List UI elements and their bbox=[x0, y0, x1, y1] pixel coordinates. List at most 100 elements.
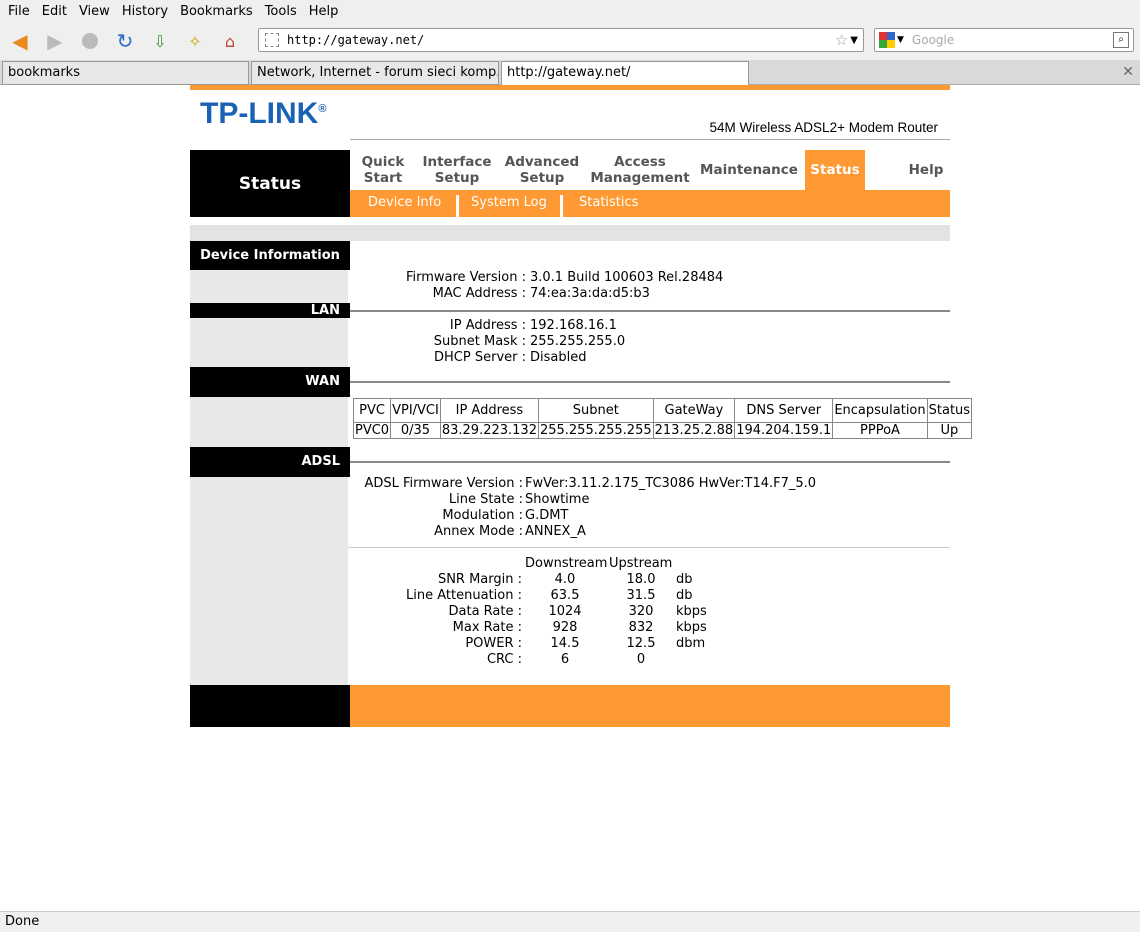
lan-ip-value: 192.168.16.1 bbox=[530, 318, 617, 333]
menu-tools[interactable]: Tools bbox=[259, 4, 303, 19]
firmware-label: Firmware Version : bbox=[405, 270, 526, 285]
wan-data-row: PVC0 0/35 83.29.223.132 255.255.255.255 … bbox=[352, 422, 973, 439]
forward-button[interactable]: ▶ bbox=[40, 26, 70, 56]
search-placeholder[interactable]: Google bbox=[912, 33, 1113, 47]
stat-down: 1024 bbox=[548, 604, 582, 619]
stat-up: 320 bbox=[628, 604, 654, 619]
url-bar[interactable]: http://gateway.net/ ☆ ▼ bbox=[258, 28, 864, 52]
lan-mask-value: 255.255.255.0 bbox=[530, 334, 626, 349]
stop-icon bbox=[82, 33, 98, 49]
adsl-fw-value: FwVer:3.11.2.175_TC3086 HwVer:T14.F7_5.0 bbox=[525, 476, 817, 491]
wan-cell: 0/35 bbox=[390, 422, 441, 439]
mac-value: 74:ea:3a:da:d5:b3 bbox=[530, 286, 650, 301]
wan-cell: PVC0 bbox=[352, 422, 392, 439]
main-nav: Status Quick Start Interface Setup Advance… bbox=[190, 150, 950, 217]
annex-label: Annex Mode : bbox=[434, 524, 523, 539]
google-engine-icon[interactable] bbox=[879, 32, 895, 48]
stat-unit: kbps bbox=[676, 620, 707, 635]
wan-header-cell: Encapsulation bbox=[832, 398, 928, 423]
nav-help[interactable]: Help bbox=[902, 150, 950, 190]
wan-cell: Up bbox=[926, 422, 973, 439]
back-button[interactable]: ◀ bbox=[5, 26, 35, 56]
stat-down: 14.5 bbox=[550, 636, 580, 651]
stat-unit: db bbox=[676, 572, 693, 587]
modulation-label: Modulation : bbox=[442, 508, 523, 523]
stat-label: CRC : bbox=[486, 652, 522, 667]
stat-label: Data Rate : bbox=[448, 604, 523, 619]
wan-header-cell: Status bbox=[926, 398, 973, 423]
section-wan: WAN bbox=[190, 367, 350, 397]
stat-up: 0 bbox=[636, 652, 646, 667]
url-dropdown-icon[interactable]: ▼ bbox=[850, 35, 858, 46]
top-stripe bbox=[190, 85, 950, 90]
status-text: Done bbox=[5, 914, 40, 929]
stat-label: POWER : bbox=[465, 636, 522, 651]
menu-file[interactable]: File bbox=[2, 4, 36, 19]
tab-label: Network, Internet - forum sieci komp... bbox=[257, 65, 499, 80]
tab-gateway[interactable]: http://gateway.net/ bbox=[501, 61, 749, 85]
subnav-system-log[interactable]: System Log bbox=[471, 195, 547, 210]
lan-divider bbox=[350, 310, 950, 312]
nav-quick-start[interactable]: Quick Start bbox=[350, 150, 416, 190]
dhcp-label: DHCP Server : bbox=[434, 350, 526, 365]
nav-access-management[interactable]: Access Management bbox=[586, 150, 694, 190]
header-divider bbox=[350, 139, 950, 140]
modulation-value: G.DMT bbox=[525, 508, 569, 523]
annex-value: ANNEX_A bbox=[525, 524, 586, 539]
engine-dropdown-icon[interactable]: ▼ bbox=[897, 35, 904, 45]
stop-button[interactable] bbox=[75, 26, 105, 56]
stat-up: 31.5 bbox=[626, 588, 656, 603]
wan-cell: 83.29.223.132 bbox=[439, 422, 539, 439]
wan-header-cell: VPI/VCI bbox=[390, 398, 441, 423]
subnav-separator bbox=[560, 195, 563, 217]
close-tab-icon[interactable]: ✕ bbox=[1122, 64, 1134, 80]
dhcp-value: Disabled bbox=[530, 350, 587, 365]
nav-maintenance[interactable]: Maintenance bbox=[696, 150, 802, 190]
menu-help[interactable]: Help bbox=[303, 4, 345, 19]
router-page: TP-LINK® 54M Wireless ADSL2+ Modem Route… bbox=[190, 85, 973, 727]
status-bar: Done bbox=[0, 911, 1140, 932]
nav-advanced-setup[interactable]: Advanced Setup bbox=[498, 150, 586, 190]
menu-view[interactable]: View bbox=[73, 4, 116, 19]
menu-bar: File Edit View History Bookmarks Tools H… bbox=[0, 0, 1140, 22]
page-footer bbox=[190, 685, 950, 727]
wan-divider bbox=[350, 381, 950, 383]
wan-header-cell: GateWay bbox=[652, 398, 736, 423]
tab-bookmarks[interactable]: bookmarks bbox=[2, 61, 249, 85]
tab-bar: bookmarks Network, Internet - forum siec… bbox=[0, 60, 1140, 85]
nav-interface-setup[interactable]: Interface Setup bbox=[416, 150, 498, 190]
wan-cell: PPPoA bbox=[832, 422, 928, 439]
tplink-logo: TP-LINK® bbox=[200, 97, 327, 130]
home-button[interactable]: ⌂ bbox=[215, 26, 245, 56]
wan-table: PVC VPI/VCI IP Address Subnet GateWay DN… bbox=[352, 398, 973, 439]
section-device-information: Device Information bbox=[190, 241, 350, 270]
line-state-label: Line State : bbox=[448, 492, 523, 507]
section-lan: LAN bbox=[190, 303, 350, 318]
firmware-value: 3.0.1 Build 100603 Rel.28484 bbox=[530, 270, 724, 285]
wan-header-cell: DNS Server bbox=[734, 398, 834, 423]
nav-status[interactable]: Status bbox=[805, 150, 865, 190]
download-button[interactable]: ⇩ bbox=[145, 26, 175, 56]
menu-bookmarks[interactable]: Bookmarks bbox=[174, 4, 259, 19]
subnav-statistics[interactable]: Statistics bbox=[579, 195, 638, 210]
line-state-value: Showtime bbox=[525, 492, 590, 507]
search-bar[interactable]: ▼ Google ⌕ bbox=[874, 28, 1134, 52]
stat-label: SNR Margin : bbox=[437, 572, 522, 587]
new-bookmark-button[interactable]: ✧ bbox=[180, 26, 210, 56]
footer-right bbox=[350, 685, 950, 727]
url-text[interactable]: http://gateway.net/ bbox=[287, 33, 835, 47]
footer-left bbox=[190, 685, 350, 727]
stat-label: Line Attenuation : bbox=[406, 588, 522, 603]
reload-button[interactable]: ↻ bbox=[110, 26, 140, 56]
sub-nav: Device Info System Log Statistics bbox=[350, 190, 950, 217]
menu-history[interactable]: History bbox=[116, 4, 174, 19]
bookmark-star-icon[interactable]: ☆ bbox=[835, 31, 848, 49]
model-name: 54M Wireless ADSL2+ Modem Router bbox=[709, 120, 938, 135]
menu-edit[interactable]: Edit bbox=[36, 4, 73, 19]
wan-header-cell: Subnet bbox=[537, 398, 654, 423]
tab-forum[interactable]: Network, Internet - forum sieci komp... bbox=[251, 61, 499, 85]
downstream-header: Downstream bbox=[525, 556, 608, 571]
gray-spacer bbox=[190, 225, 950, 241]
subnav-device-info[interactable]: Device Info bbox=[368, 195, 441, 210]
search-icon[interactable]: ⌕ bbox=[1113, 32, 1129, 48]
